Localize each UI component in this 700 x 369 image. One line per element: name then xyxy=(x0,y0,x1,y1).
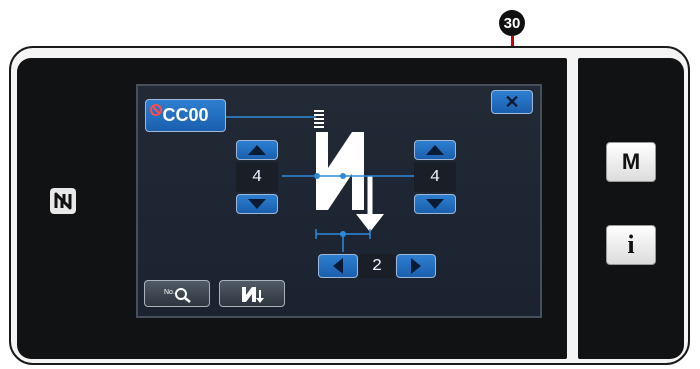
right-increase-button[interactable] xyxy=(414,140,456,160)
mode-label: M xyxy=(621,149,641,174)
pattern-code-label: CC00 xyxy=(162,105,209,125)
svg-text:No.: No. xyxy=(164,289,175,296)
side-panel xyxy=(578,58,684,359)
arrow-down-icon xyxy=(426,199,444,209)
left-value-display: 4 xyxy=(236,162,278,192)
mode-button[interactable]: M xyxy=(606,142,656,182)
stitch-shape-icon xyxy=(240,284,266,309)
arrow-down-icon xyxy=(248,199,266,209)
pattern-search-icon: No. xyxy=(163,285,193,308)
bottom-increase-button[interactable] xyxy=(396,254,436,278)
pattern-code-button[interactable]: CC00 xyxy=(145,99,226,132)
arrow-up-icon xyxy=(426,145,444,155)
close-icon: ✕ xyxy=(504,91,520,112)
stitch-shape-button[interactable] xyxy=(219,280,285,307)
right-decrease-button[interactable] xyxy=(414,194,456,214)
left-value: 4 xyxy=(251,167,263,187)
bottom-value-display: 2 xyxy=(359,254,395,278)
information-button[interactable]: i xyxy=(606,225,656,265)
left-increase-button[interactable] xyxy=(236,140,278,160)
bottom-decrease-button[interactable] xyxy=(318,254,358,278)
pattern-search-button[interactable]: No. xyxy=(144,280,210,307)
info-icon: i xyxy=(627,230,635,259)
left-decrease-button[interactable] xyxy=(236,194,278,214)
callout-number: 30 xyxy=(499,10,525,36)
right-value-display: 4 xyxy=(414,162,456,192)
close-button[interactable]: ✕ xyxy=(491,90,533,114)
prohibit-icon xyxy=(150,103,162,116)
arrow-up-icon xyxy=(248,145,266,155)
bottom-value: 2 xyxy=(371,256,383,276)
nfc-icon xyxy=(48,186,78,216)
right-value: 4 xyxy=(429,167,441,187)
arrow-left-icon xyxy=(333,258,343,274)
arrow-right-icon xyxy=(411,258,421,274)
